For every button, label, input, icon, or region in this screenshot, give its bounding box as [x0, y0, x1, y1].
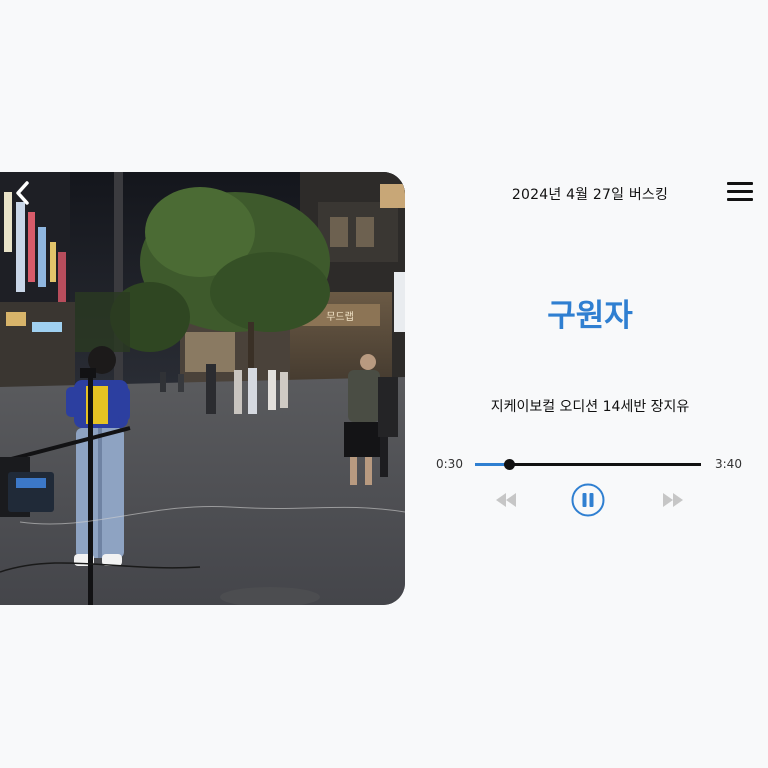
rewind-icon [496, 493, 516, 507]
progress-thumb[interactable] [503, 459, 515, 470]
pause-button[interactable] [571, 483, 605, 517]
street-scene-image: 무드랩 [0, 172, 405, 605]
pause-icon [571, 483, 605, 517]
fast-forward-icon [663, 493, 683, 507]
song-title: 구원자 [547, 298, 633, 334]
menu-button[interactable] [727, 181, 753, 203]
event-title: 2024년 4월 27일 버스킹 [511, 187, 669, 203]
shop-sign-text: 무드랩 [326, 311, 354, 323]
artist-name: 지케이보컬 오디션 14세반 장지유 [490, 399, 690, 415]
busking-photo: 무드랩 [0, 172, 405, 605]
chevron-left-icon [16, 181, 29, 205]
total-time: 3:40 [715, 457, 742, 471]
back-button[interactable] [10, 178, 36, 208]
fast-forward-button[interactable] [661, 492, 685, 508]
current-time: 0:30 [436, 457, 463, 471]
progress-slider[interactable] [475, 459, 701, 470]
rewind-button[interactable] [494, 492, 518, 508]
